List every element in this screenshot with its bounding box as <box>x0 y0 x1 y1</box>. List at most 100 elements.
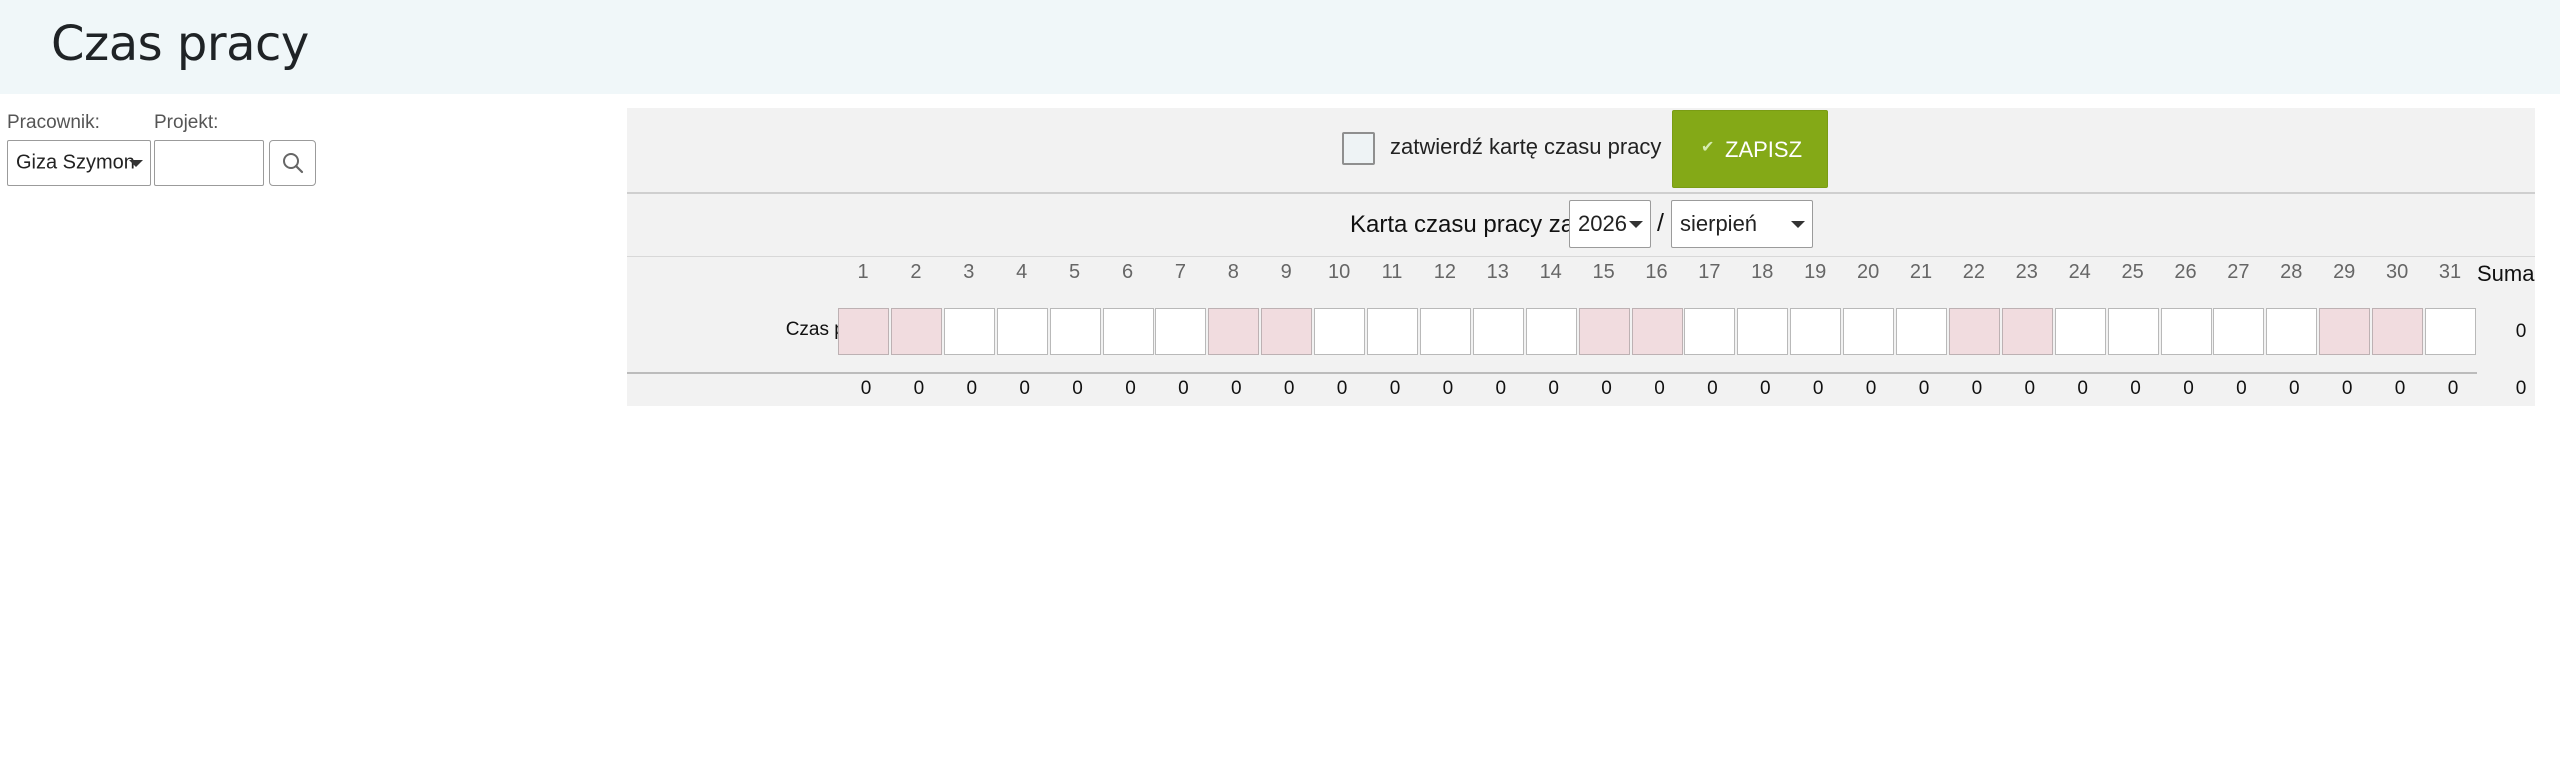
day-total: 0 <box>2289 378 2300 399</box>
day-header: 27 <box>2227 261 2250 283</box>
day-hours-input[interactable] <box>1102 308 1154 355</box>
day-total: 0 <box>1336 378 1348 399</box>
day-hours-input[interactable] <box>1367 308 1418 355</box>
row-total: 0 <box>2515 321 2527 342</box>
day-total: 0 <box>1707 378 1718 399</box>
save-button[interactable]: ✔ ZAPISZ <box>1672 110 1828 188</box>
day-hours-input[interactable] <box>1049 308 1101 355</box>
day-total: 0 <box>1125 378 1136 399</box>
day-header: 10 <box>1327 261 1351 283</box>
day-hours-input[interactable] <box>2054 308 2106 355</box>
day-hours-input[interactable] <box>2425 308 2476 355</box>
day-hours-input[interactable] <box>1631 308 1683 355</box>
day-hours-input[interactable] <box>2319 308 2371 355</box>
employee-select[interactable]: Giza Szymon <box>7 140 151 186</box>
day-header: 28 <box>2280 261 2303 283</box>
day-header: 13 <box>1486 261 1509 283</box>
search-button[interactable] <box>269 140 316 186</box>
day-header: 19 <box>1804 261 1827 283</box>
day-header: 2 <box>910 261 922 283</box>
day-total: 0 <box>1971 378 1983 399</box>
search-icon <box>283 153 304 174</box>
day-hours-input[interactable] <box>1843 308 1895 355</box>
day-header: 8 <box>1227 261 1239 283</box>
day-header: 25 <box>2121 261 2144 283</box>
day-header: 14 <box>1539 261 1562 283</box>
grand-total: 0 <box>2515 378 2527 399</box>
day-hours-input[interactable] <box>1896 308 1947 355</box>
period-label: Karta czasu pracy za: <box>1350 211 1581 238</box>
day-hours-input[interactable] <box>1261 308 1313 355</box>
day-total: 0 <box>2394 378 2406 399</box>
day-header: 16 <box>1645 261 1668 283</box>
employee-label: Pracownik: <box>7 112 100 133</box>
day-hours-input[interactable] <box>1578 308 1630 355</box>
day-header: 26 <box>2174 261 2197 283</box>
day-header: 1 <box>857 261 869 283</box>
day-total: 0 <box>966 378 978 399</box>
day-hours-input[interactable] <box>1525 308 1577 355</box>
day-total: 0 <box>1865 378 1877 399</box>
day-hours-input[interactable] <box>838 308 889 355</box>
day-total: 0 <box>2341 378 2353 399</box>
day-header: 21 <box>1909 261 1933 283</box>
day-hours-input[interactable] <box>1208 308 1260 355</box>
save-button-label: ZAPISZ <box>1725 137 1803 162</box>
day-hours-input[interactable] <box>2266 308 2318 355</box>
day-hours-input[interactable] <box>943 308 995 355</box>
month-select-value: sierpień <box>1680 211 1758 236</box>
day-hours-input[interactable] <box>1790 308 1842 355</box>
day-header: 29 <box>2333 261 2356 283</box>
day-header: 5 <box>1069 261 1081 283</box>
day-hours-input[interactable] <box>2372 308 2424 355</box>
day-hours-input[interactable] <box>1419 308 1471 355</box>
day-total: 0 <box>1495 378 1507 399</box>
page-header: Czas pracy <box>0 0 2560 94</box>
day-hours-input[interactable] <box>996 308 1048 355</box>
day-total: 0 <box>1548 378 1559 399</box>
day-total: 0 <box>2236 378 2247 399</box>
chevron-down-icon <box>1629 221 1643 228</box>
day-total: 0 <box>1389 378 1401 399</box>
day-total: 0 <box>2183 378 2194 399</box>
day-header: 20 <box>1856 261 1880 283</box>
check-icon: ✔ <box>1701 139 1715 156</box>
day-header: 7 <box>1174 261 1186 283</box>
divider <box>627 256 2535 257</box>
project-input[interactable] <box>154 140 264 186</box>
day-hours-input[interactable] <box>1948 308 2000 355</box>
month-select[interactable]: sierpień <box>1671 200 1813 248</box>
day-header: 9 <box>1280 261 1292 283</box>
day-hours-input[interactable] <box>2160 308 2212 355</box>
day-hours-input[interactable] <box>1684 308 1736 355</box>
approve-checkbox[interactable] <box>1342 132 1375 165</box>
divider <box>627 372 2477 374</box>
day-total: 0 <box>1760 378 1771 399</box>
year-select[interactable]: 2026 <box>1569 200 1651 248</box>
day-hours-input[interactable] <box>1314 308 1366 355</box>
day-hours-input[interactable] <box>2107 308 2159 355</box>
chevron-down-icon <box>129 160 143 167</box>
day-total: 0 <box>1654 378 1665 399</box>
day-total: 0 <box>1178 378 1189 399</box>
approve-label[interactable]: zatwierdź kartę czasu pracy <box>1390 134 1661 160</box>
chevron-down-icon <box>1791 221 1805 228</box>
period-separator: / <box>1657 209 1664 237</box>
day-header: 17 <box>1698 261 1721 283</box>
day-total: 0 <box>2024 378 2036 399</box>
day-header: 11 <box>1381 261 1403 283</box>
day-hours-input[interactable] <box>890 308 942 355</box>
day-hours-input[interactable] <box>1155 308 1207 355</box>
day-hours-input[interactable] <box>2001 308 2053 355</box>
employee-select-value: Giza Szymon <box>16 151 135 174</box>
day-hours-input[interactable] <box>2213 308 2265 355</box>
day-header: 12 <box>1433 261 1457 283</box>
timesheet-panel: zatwierdź kartę czasu pracy ✔ ZAPISZ Kar… <box>627 108 2535 406</box>
day-hours-input[interactable] <box>1737 308 1789 355</box>
day-hours-input[interactable] <box>1472 308 1524 355</box>
day-total: 0 <box>2077 378 2088 399</box>
day-header: 22 <box>1962 261 1986 283</box>
day-header: 4 <box>1016 261 1028 283</box>
day-total: 0 <box>1283 378 1295 399</box>
day-header: 18 <box>1751 261 1774 283</box>
